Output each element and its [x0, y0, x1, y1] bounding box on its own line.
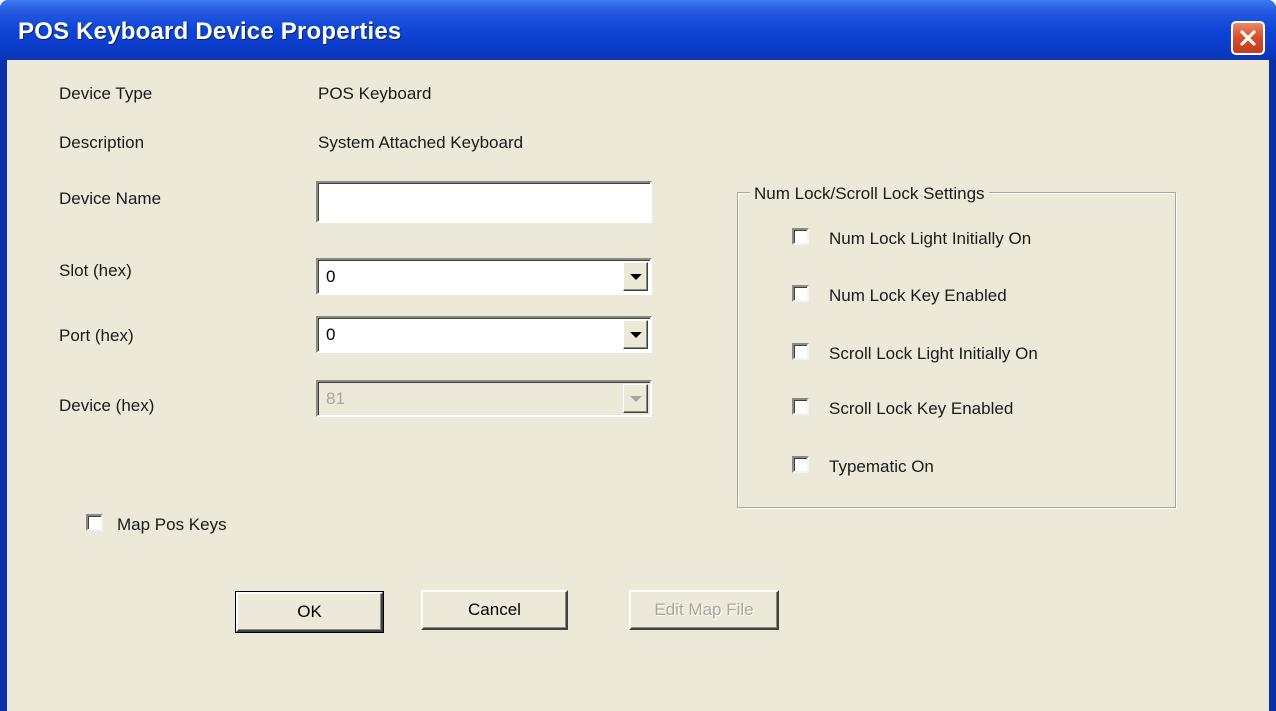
device-type-label: Device Type: [59, 84, 153, 103]
slot-label: Slot (hex): [59, 261, 132, 280]
chevron-down-icon: [629, 331, 642, 338]
map-pos-keys-label: Map Pos Keys: [117, 515, 227, 534]
port-value: 0: [326, 325, 336, 344]
title-bar[interactable]: POS Keyboard Device Properties: [0, 0, 1276, 60]
device-name-label: Device Name: [59, 189, 162, 208]
ok-button[interactable]: OK: [235, 591, 384, 633]
device-name-field[interactable]: [316, 181, 652, 223]
lock-settings-title: Num Lock/Scroll Lock Settings: [750, 184, 989, 204]
scroll-lock-key-checkbox[interactable]: [792, 398, 809, 415]
slot-dropdown[interactable]: 0: [316, 258, 652, 295]
close-button[interactable]: [1231, 21, 1265, 55]
port-dropdown-button[interactable]: [623, 320, 648, 349]
description-label: Description: [59, 133, 145, 152]
port-dropdown[interactable]: 0: [316, 316, 652, 353]
device-hex-value: 81: [326, 389, 345, 408]
window-title: POS Keyboard Device Properties: [18, 18, 402, 45]
num-lock-key-label: Num Lock Key Enabled: [829, 286, 1007, 305]
port-label: Port (hex): [59, 326, 134, 345]
close-icon: [1240, 30, 1256, 46]
typematic-checkbox[interactable]: [792, 456, 809, 473]
scroll-lock-light-label: Scroll Lock Light Initially On: [829, 344, 1038, 363]
device-hex-dropdown: 81: [316, 380, 652, 417]
device-hex-dropdown-button: [623, 384, 648, 413]
scroll-lock-key-label: Scroll Lock Key Enabled: [829, 399, 1014, 418]
scroll-lock-light-checkbox[interactable]: [792, 343, 809, 360]
chevron-down-icon: [629, 395, 642, 402]
cancel-button[interactable]: Cancel: [421, 590, 568, 630]
num-lock-light-checkbox[interactable]: [792, 228, 809, 245]
num-lock-light-label: Num Lock Light Initially On: [829, 229, 1032, 248]
chevron-down-icon: [629, 273, 642, 280]
dialog-window: POS Keyboard Device Properties Device Ty…: [0, 0, 1276, 711]
description-value: System Attached Keyboard: [318, 133, 524, 152]
device-type-value: POS Keyboard: [318, 84, 432, 103]
map-pos-keys-checkbox[interactable]: [86, 514, 103, 531]
num-lock-key-checkbox[interactable]: [792, 285, 809, 302]
slot-value: 0: [326, 267, 336, 286]
device-hex-label: Device (hex): [59, 396, 155, 415]
edit-map-file-button: Edit Map File: [629, 590, 779, 630]
typematic-label: Typematic On: [829, 457, 934, 476]
slot-dropdown-button[interactable]: [623, 262, 648, 291]
